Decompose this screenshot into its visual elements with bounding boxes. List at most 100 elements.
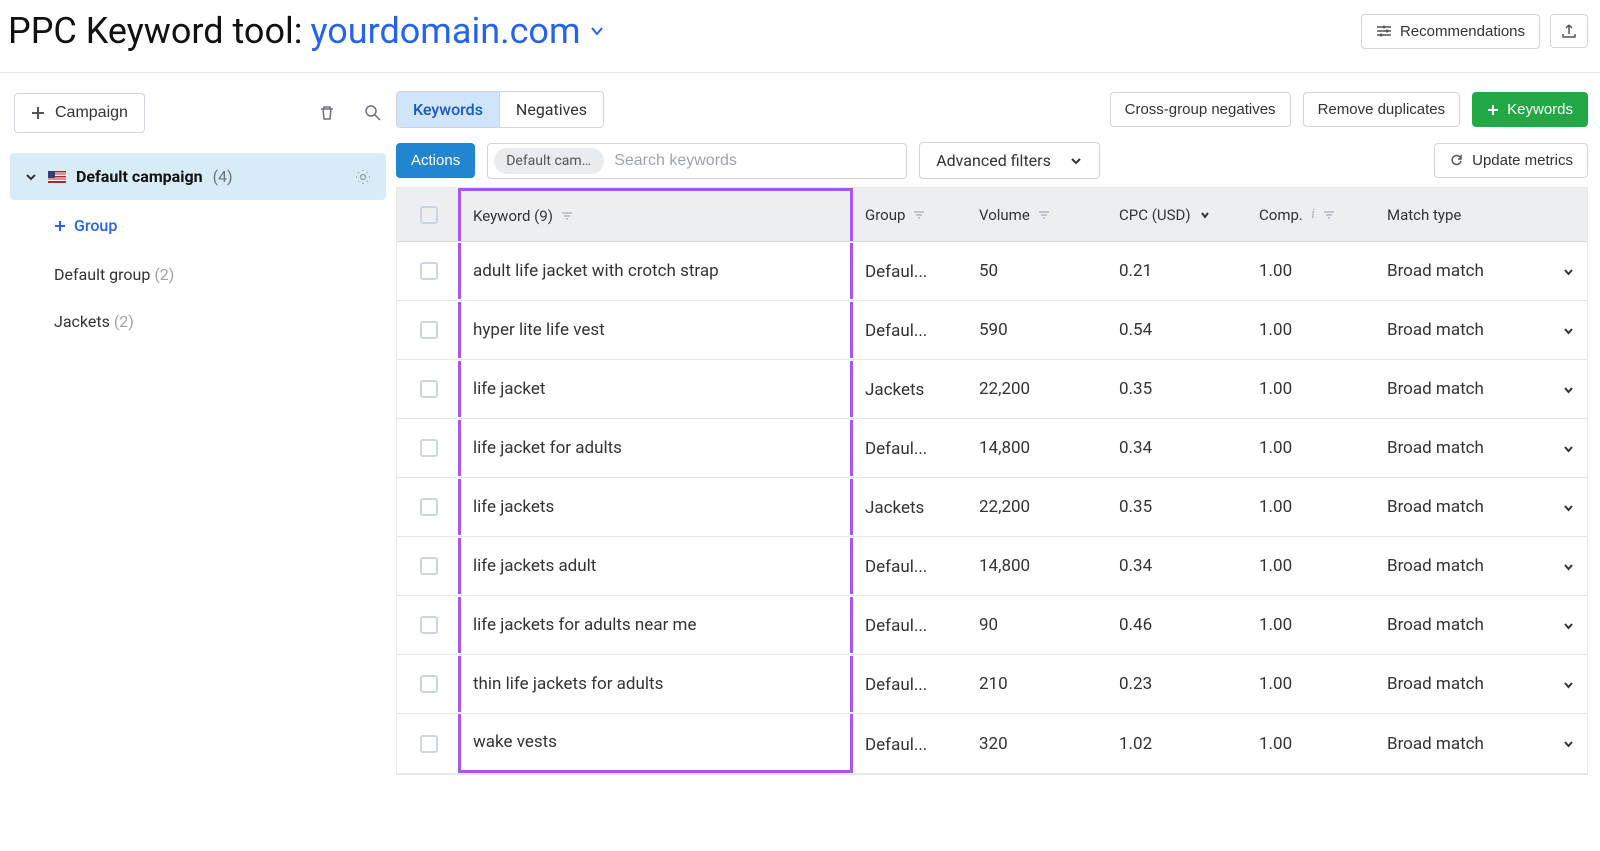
tab-keywords[interactable]: Keywords xyxy=(397,92,499,127)
row-checkbox[interactable] xyxy=(397,539,461,593)
cell-keyword: thin life jackets for adults xyxy=(458,656,853,712)
table-row: life jackets Jackets 22,200 0.35 1.00 Br… xyxy=(397,478,1587,537)
trash-icon[interactable] xyxy=(318,104,336,122)
sidebar-group-item[interactable]: Default group (2) xyxy=(10,251,386,298)
cell-volume: 590 xyxy=(967,302,1107,358)
actions-button[interactable]: Actions xyxy=(396,143,475,178)
domain-selector[interactable]: yourdomain.com xyxy=(310,10,604,52)
row-checkbox[interactable] xyxy=(397,717,461,771)
tab-negatives[interactable]: Negatives xyxy=(499,92,603,127)
add-campaign-button[interactable]: Campaign xyxy=(14,93,145,133)
cell-cpc: 0.35 xyxy=(1107,479,1247,535)
cell-volume: 14,800 xyxy=(967,420,1107,476)
cell-comp: 1.00 xyxy=(1247,479,1375,535)
header-keyword[interactable]: Keyword (9) xyxy=(458,188,853,241)
cell-cpc: 1.02 xyxy=(1107,716,1247,772)
header-group-label: Group xyxy=(865,206,905,224)
row-checkbox[interactable] xyxy=(397,244,461,298)
cell-match-type[interactable]: Broad match xyxy=(1375,243,1587,299)
plus-icon xyxy=(31,106,45,120)
header-volume[interactable]: Volume xyxy=(967,188,1107,241)
header-match[interactable]: Match type xyxy=(1375,188,1587,241)
cell-match-type[interactable]: Broad match xyxy=(1375,597,1587,653)
advanced-filters-label: Advanced filters xyxy=(936,151,1051,170)
cell-volume: 210 xyxy=(967,656,1107,712)
search-input[interactable] xyxy=(614,152,896,170)
cell-match-type[interactable]: Broad match xyxy=(1375,361,1587,417)
checkbox-icon xyxy=(420,616,438,634)
cell-comp: 1.00 xyxy=(1247,538,1375,594)
chevron-down-icon xyxy=(1562,619,1575,632)
cell-group: Defaul... xyxy=(853,715,967,773)
match-type-label: Broad match xyxy=(1387,320,1484,340)
cell-group: Defaul... xyxy=(853,537,967,595)
sort-icon xyxy=(913,209,925,221)
cell-comp: 1.00 xyxy=(1247,302,1375,358)
cell-keyword: wake vests xyxy=(458,714,853,773)
row-checkbox[interactable] xyxy=(397,480,461,534)
cell-comp: 1.00 xyxy=(1247,243,1375,299)
header-comp[interactable]: Comp. i xyxy=(1247,188,1375,241)
cell-cpc: 0.34 xyxy=(1107,538,1247,594)
cell-match-type[interactable]: Broad match xyxy=(1375,656,1587,712)
checkbox-icon xyxy=(420,439,438,457)
export-button[interactable] xyxy=(1550,14,1588,48)
header-volume-label: Volume xyxy=(979,206,1030,224)
sliders-icon xyxy=(1376,23,1392,39)
update-metrics-button[interactable]: Update metrics xyxy=(1434,143,1588,178)
gear-icon[interactable] xyxy=(354,168,372,186)
cell-keyword: adult life jacket with crotch strap xyxy=(458,243,853,299)
search-container: Default campa xyxy=(487,143,907,179)
plus-icon xyxy=(1487,104,1499,116)
campaign-button-label: Campaign xyxy=(55,104,128,122)
cross-group-negatives-button[interactable]: Cross-group negatives xyxy=(1110,92,1291,127)
table-row: wake vests Defaul... 320 1.02 1.00 Broad… xyxy=(397,714,1587,774)
table-header: Keyword (9) Group Volume CPC (USD) Comp. xyxy=(397,188,1587,242)
row-checkbox[interactable] xyxy=(397,362,461,416)
row-checkbox[interactable] xyxy=(397,598,461,652)
header-match-label: Match type xyxy=(1387,206,1461,224)
cell-cpc: 0.23 xyxy=(1107,656,1247,712)
match-type-label: Broad match xyxy=(1387,615,1484,635)
checkbox-icon xyxy=(420,380,438,398)
add-keywords-label: Keywords xyxy=(1507,101,1573,118)
search-icon[interactable] xyxy=(364,104,382,122)
header-comp-label: Comp. xyxy=(1259,206,1303,224)
remove-duplicates-button[interactable]: Remove duplicates xyxy=(1303,92,1461,127)
cell-group: Jackets xyxy=(853,478,967,536)
cell-keyword: life jacket for adults xyxy=(458,420,853,476)
chevron-down-icon xyxy=(1562,560,1575,573)
header-group[interactable]: Group xyxy=(853,188,967,241)
row-checkbox[interactable] xyxy=(397,657,461,711)
group-count: (2) xyxy=(154,265,174,284)
advanced-filters-button[interactable]: Advanced filters xyxy=(919,142,1100,179)
recommendations-button[interactable]: Recommendations xyxy=(1361,14,1540,49)
checkbox-icon xyxy=(420,206,438,224)
add-keywords-button[interactable]: Keywords xyxy=(1472,92,1588,127)
cell-comp: 1.00 xyxy=(1247,420,1375,476)
header-checkbox[interactable] xyxy=(397,188,461,241)
cell-group: Defaul... xyxy=(853,655,967,713)
cell-match-type[interactable]: Broad match xyxy=(1375,538,1587,594)
chevron-down-icon xyxy=(1562,324,1575,337)
header-cpc[interactable]: CPC (USD) xyxy=(1107,188,1247,241)
cell-match-type[interactable]: Broad match xyxy=(1375,302,1587,358)
cell-comp: 1.00 xyxy=(1247,361,1375,417)
cell-group: Defaul... xyxy=(853,301,967,359)
campaign-item[interactable]: Default campaign (4) xyxy=(10,153,386,200)
sidebar-group-item[interactable]: Jackets (2) xyxy=(10,298,386,345)
filter-chip[interactable]: Default campa xyxy=(494,148,604,174)
cell-group: Defaul... xyxy=(853,419,967,477)
add-group-button[interactable]: Group xyxy=(10,200,386,251)
table-row: life jacket for adults Defaul... 14,800 … xyxy=(397,419,1587,478)
tab-group: Keywords Negatives xyxy=(396,91,604,128)
cell-match-type[interactable]: Broad match xyxy=(1375,420,1587,476)
table-row: life jackets adult Defaul... 14,800 0.34… xyxy=(397,537,1587,596)
recommendations-label: Recommendations xyxy=(1400,23,1525,40)
cell-match-type[interactable]: Broad match xyxy=(1375,479,1587,535)
cell-keyword: life jackets adult xyxy=(458,538,853,594)
cell-comp: 1.00 xyxy=(1247,597,1375,653)
row-checkbox[interactable] xyxy=(397,303,461,357)
cell-match-type[interactable]: Broad match xyxy=(1375,716,1587,772)
row-checkbox[interactable] xyxy=(397,421,461,475)
